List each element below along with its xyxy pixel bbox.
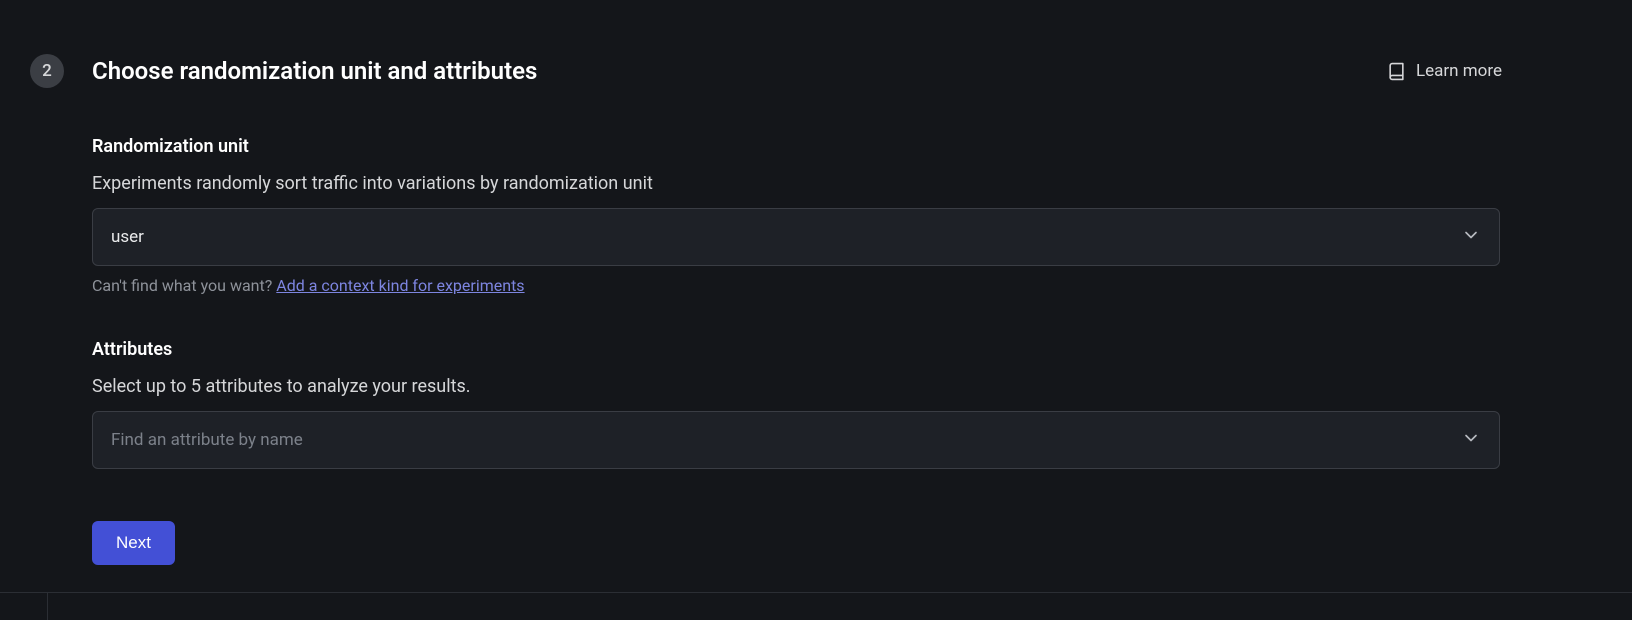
randomization-unit-value: user bbox=[111, 227, 144, 247]
randomization-description: Experiments randomly sort traffic into v… bbox=[92, 173, 1500, 194]
attributes-description: Select up to 5 attributes to analyze you… bbox=[92, 376, 1500, 397]
step-number-badge: 2 bbox=[30, 54, 64, 88]
learn-more-link[interactable]: Learn more bbox=[1387, 61, 1602, 81]
attributes-select[interactable]: Find an attribute by name bbox=[92, 411, 1500, 469]
next-button[interactable]: Next bbox=[92, 521, 175, 565]
attributes-label: Attributes bbox=[92, 339, 1500, 360]
hint-prefix: Can't find what you want? bbox=[92, 276, 276, 295]
chevron-down-icon bbox=[1461, 225, 1481, 250]
randomization-hint: Can't find what you want? Add a context … bbox=[92, 276, 1500, 295]
randomization-section: Randomization unit Experiments randomly … bbox=[92, 136, 1500, 295]
randomization-unit-select[interactable]: user bbox=[92, 208, 1500, 266]
attributes-section: Attributes Select up to 5 attributes to … bbox=[92, 339, 1500, 469]
book-icon bbox=[1387, 62, 1406, 81]
footer-divider bbox=[0, 592, 1632, 620]
randomization-label: Randomization unit bbox=[92, 136, 1500, 157]
step-title: Choose randomization unit and attributes bbox=[92, 57, 537, 85]
attributes-placeholder: Find an attribute by name bbox=[111, 430, 303, 450]
learn-more-label: Learn more bbox=[1416, 61, 1502, 81]
step-header: 2 Choose randomization unit and attribut… bbox=[30, 54, 1602, 88]
add-context-kind-link[interactable]: Add a context kind for experiments bbox=[276, 276, 524, 295]
chevron-down-icon bbox=[1461, 428, 1481, 453]
